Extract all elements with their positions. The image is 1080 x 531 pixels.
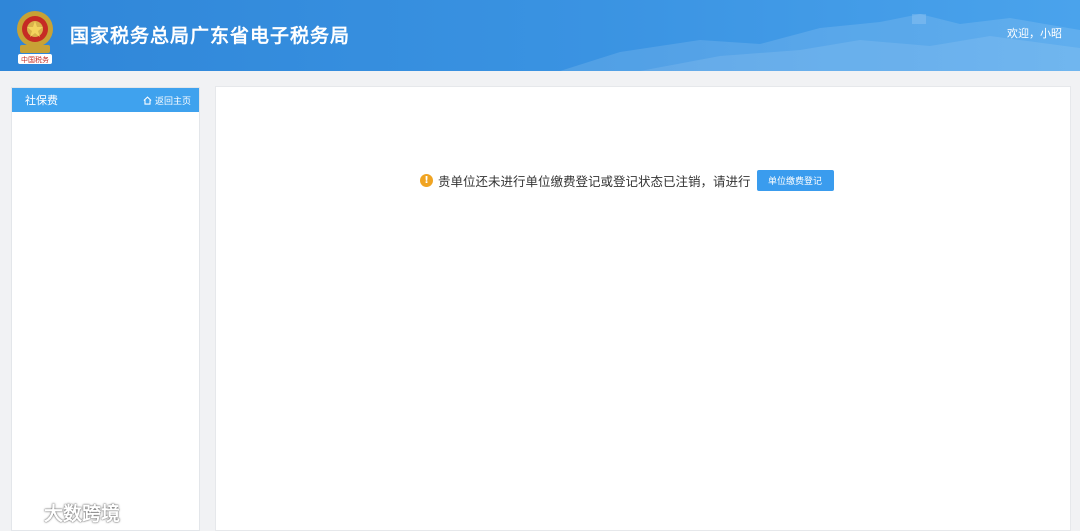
notice-text: 贵单位还未进行单位缴费登记或登记状态已注销，请进行 — [438, 173, 751, 189]
registration-notice: ! 贵单位还未进行单位缴费登记或登记状态已注销，请进行 单位缴费登记 — [420, 169, 834, 191]
return-home-label: 返回主页 — [154, 96, 191, 107]
unit-payment-registration-button[interactable]: 单位缴费登记 — [756, 169, 834, 191]
sidebar-header: 社保费 返回主页 — [12, 88, 199, 112]
sidebar: 社保费 返回主页 — [11, 87, 200, 531]
top-header: 中国税务 国家税务总局广东省电子税务局 欢迎，小昭 — [0, 0, 1080, 71]
site-title: 国家税务总局广东省电子税务局 — [70, 25, 351, 47]
watermark-logo-icon — [12, 504, 37, 521]
watermark-text: 大数跨境 — [44, 502, 121, 525]
home-icon — [143, 95, 152, 105]
exclamation-icon: ! — [420, 173, 433, 187]
watermark: 大数跨境 — [10, 499, 120, 525]
return-home-link[interactable]: 返回主页 — [143, 94, 191, 107]
svg-text:中国税务: 中国税务 — [21, 55, 49, 64]
welcome-text[interactable]: 欢迎，小昭 — [1007, 25, 1062, 41]
sidebar-title: 社保费 — [25, 94, 58, 107]
main-content: ! 贵单位还未进行单位缴费登记或登记状态已注销，请进行 单位缴费登记 — [215, 86, 1071, 531]
tax-emblem-logo: 中国税务 — [17, 11, 53, 64]
